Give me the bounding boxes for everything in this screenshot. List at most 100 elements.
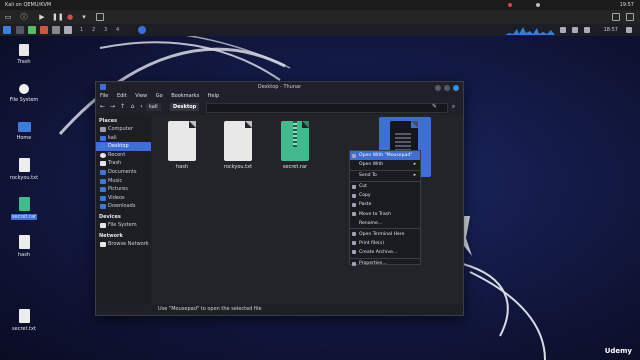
back-icon[interactable]: ← [99, 103, 106, 110]
file-manager-launcher-icon[interactable] [28, 26, 36, 34]
file-item-secret-rar[interactable]: secret.rar [275, 121, 315, 170]
info-icon[interactable]: ⓘ [20, 13, 28, 21]
menu-item-label: Send To [359, 173, 377, 179]
desktop-icon-hash[interactable]: hash [2, 235, 46, 258]
location-bar[interactable] [206, 103, 448, 113]
menu-item-move-to-trash[interactable]: Move to Trash [350, 210, 420, 219]
app-icon [100, 84, 106, 90]
active-task-icon[interactable] [138, 26, 146, 34]
menu-item-open-terminal-here[interactable]: Open Terminal Here [350, 230, 420, 239]
computer-icon [100, 127, 106, 132]
network-icon [100, 241, 106, 247]
desktop-icon-trash[interactable]: Trash [2, 44, 46, 65]
desktop-icon-home[interactable]: Home [2, 122, 46, 141]
sidebar-item-trash[interactable]: Trash [96, 159, 151, 168]
close-icon[interactable] [453, 84, 459, 91]
trash-icon [352, 212, 356, 217]
menu-item-print-files[interactable]: Print file(s) [350, 239, 420, 248]
desktop-icon-file-system[interactable]: File System [2, 84, 46, 103]
network-tray-icon[interactable] [560, 27, 566, 33]
menu-item-rename[interactable]: Rename... [350, 219, 420, 228]
sidebar-item-browse-network[interactable]: Browse Network [96, 240, 151, 249]
minimize-icon[interactable] [435, 84, 441, 91]
sidebar-item-music[interactable]: Music [96, 177, 151, 186]
resize-icon[interactable] [626, 13, 634, 21]
search-icon[interactable]: ⌕ [450, 103, 457, 110]
app-launcher-icon[interactable] [64, 26, 72, 34]
sidebar-item-recent[interactable]: Recent [96, 151, 151, 160]
panel-clock: 18:57 [603, 27, 618, 33]
window-title: Desktop - Thunar [257, 84, 302, 90]
forward-icon[interactable]: → [109, 103, 116, 110]
cpu-graph [505, 27, 555, 35]
sidebar-item-computer[interactable]: Computer [96, 125, 151, 134]
pause-icon[interactable]: ❚❚ [52, 13, 64, 21]
sidebar-item-label: Videos [108, 194, 125, 201]
menu-item-cut[interactable]: Cut [350, 182, 420, 191]
sidebar-item-downloads[interactable]: Downloads [96, 202, 151, 211]
monitor-icon[interactable]: ▭ [4, 13, 12, 21]
workspace-4[interactable]: 4 [116, 27, 119, 33]
desktop-icon-label: secret.rar [10, 214, 38, 220]
sidebar-item-file-system[interactable]: File System [96, 221, 151, 230]
text-file-icon [168, 121, 196, 161]
previous-crumb-icon[interactable]: ‹ [138, 103, 145, 110]
up-icon[interactable]: ↑ [119, 103, 126, 110]
sidebar-item-desktop[interactable]: Desktop [96, 142, 151, 151]
terminal-launcher-icon[interactable] [16, 26, 24, 34]
maximize-icon[interactable] [444, 84, 450, 91]
sidebar-item-documents[interactable]: Documents [96, 168, 151, 177]
menu-bookmarks[interactable]: Bookmarks [171, 93, 199, 99]
edit-location-icon[interactable]: ✎ [431, 103, 438, 110]
dropdown-icon[interactable]: ▾ [80, 13, 88, 21]
desktop-folder-icon [100, 144, 106, 150]
menu-item-create-archive[interactable]: Create Archive... [350, 248, 420, 257]
sidebar-item-kali[interactable]: kali [96, 134, 151, 143]
volume-icon[interactable] [572, 27, 578, 33]
breadcrumb-kali[interactable]: kali [146, 103, 161, 111]
sidebar-item-label: Pictures [108, 186, 128, 193]
sidebar-item-pictures[interactable]: Pictures [96, 185, 151, 194]
menu-go[interactable]: Go [156, 93, 163, 99]
menu-help[interactable]: Help [208, 93, 219, 99]
power-menu-icon[interactable] [626, 27, 632, 33]
desktop-icon-secret-txt[interactable]: secret.txt [2, 309, 46, 332]
menu-item-copy[interactable]: Copy [350, 191, 420, 200]
editor-launcher-icon[interactable] [52, 26, 60, 34]
menu-item-label: Open Terminal Here [359, 231, 405, 237]
menu-edit[interactable]: Edit [117, 93, 127, 99]
desktop-icon-label: hash [17, 252, 30, 258]
window-titlebar[interactable]: Desktop - Thunar [96, 82, 463, 92]
desktop-panel: 1 2 3 4 18:57 [0, 24, 640, 36]
home-icon[interactable]: ⌂ [129, 103, 136, 110]
menu-item-properties[interactable]: Properties... [350, 259, 420, 268]
fullscreen-icon[interactable] [612, 13, 620, 21]
menu-item-paste[interactable]: Paste [350, 200, 420, 209]
file-item-rockyou[interactable]: rockyou.txt [218, 121, 258, 170]
menu-item-open-with[interactable]: Open With ▸ [350, 160, 420, 169]
desktop-icon-label: Trash [17, 59, 31, 65]
workspace-2[interactable]: 2 [92, 27, 95, 33]
menu-item-open-with-mousepad[interactable]: Open With "Mousepad" [350, 151, 420, 161]
menu-file[interactable]: File [100, 93, 108, 99]
workspace-3[interactable]: 3 [104, 27, 107, 33]
menu-item-label: Properties... [359, 261, 387, 267]
desktop-icon-rockyou[interactable]: rockyou.txt [2, 158, 46, 181]
browser-launcher-icon[interactable] [40, 26, 48, 34]
breadcrumb-desktop[interactable]: Desktop [170, 103, 200, 111]
menu-item-send-to[interactable]: Send To ▸ [350, 171, 420, 180]
sidebar-item-label: Computer [108, 126, 133, 132]
power-icon[interactable]: ● [66, 13, 74, 21]
play-icon[interactable]: ▶ [38, 13, 46, 21]
network-icon[interactable] [536, 3, 540, 7]
sidebar-item-label: Documents [108, 168, 137, 175]
desktop-icon-secret-rar[interactable]: secret.rar [2, 197, 46, 220]
home-folder-icon [17, 122, 31, 132]
notifications-icon[interactable] [584, 27, 590, 33]
sidebar-item-videos[interactable]: Videos [96, 194, 151, 203]
workspace-1[interactable]: 1 [80, 27, 83, 33]
snapshot-icon[interactable] [96, 13, 104, 21]
menu-view[interactable]: View [135, 93, 147, 99]
kali-menu-icon[interactable] [3, 26, 11, 34]
file-item-hash[interactable]: hash [162, 121, 202, 170]
